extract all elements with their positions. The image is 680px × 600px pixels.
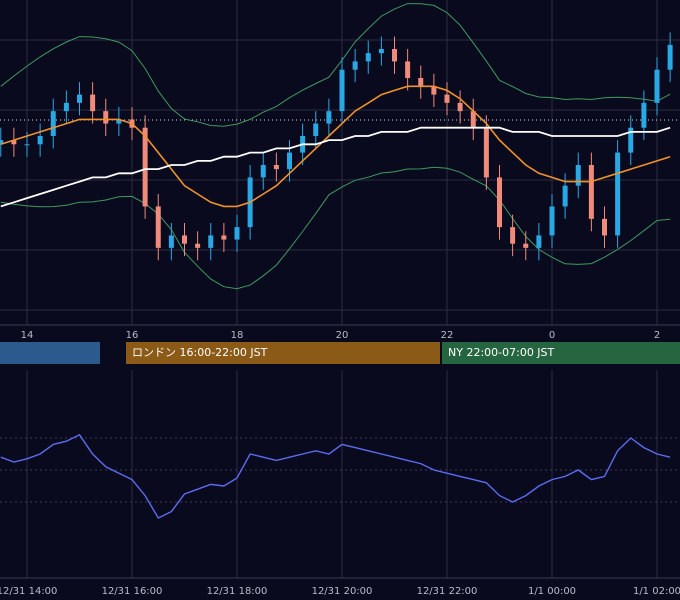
candle-up <box>562 185 568 207</box>
x-tick-label-bottom: 1/1 02:00 <box>633 586 680 597</box>
candle-down <box>588 165 594 219</box>
x-tick-label-bottom: 12/31 16:00 <box>102 586 163 597</box>
x-tick-label-bottom: 12/31 22:00 <box>417 586 478 597</box>
candle-down <box>195 243 201 248</box>
candle-down <box>444 94 450 103</box>
candle-down <box>457 102 463 112</box>
candle-up <box>615 152 621 236</box>
candle-down <box>418 78 424 87</box>
candle-up <box>352 61 358 70</box>
candle-up <box>549 206 555 236</box>
candle-down <box>155 206 161 248</box>
candle-down <box>497 177 502 228</box>
x-tick-label-top: 14 <box>21 330 34 341</box>
candle-down <box>142 127 148 207</box>
candle-down <box>273 165 279 170</box>
candle-up <box>50 111 56 136</box>
candle-down <box>483 127 489 178</box>
candle-up <box>260 165 266 178</box>
candle-down <box>405 61 411 78</box>
candle-down <box>90 94 96 112</box>
candle-down <box>523 243 529 248</box>
candle-down <box>392 49 397 62</box>
candle-up <box>536 235 542 248</box>
candle-up <box>654 69 660 103</box>
candle-up <box>326 111 332 124</box>
candle-up <box>641 102 647 128</box>
candle-up <box>313 123 319 136</box>
x-tick-label-top: 0 <box>549 330 555 341</box>
candle-up <box>667 44 673 70</box>
candle-down <box>510 227 516 244</box>
candle-up <box>365 53 371 62</box>
candle-up <box>63 102 69 112</box>
x-tick-label-bottom: 12/31 20:00 <box>312 586 373 597</box>
candle-up <box>575 165 581 186</box>
x-tick-label-bottom: 12/31 18:00 <box>207 586 268 597</box>
candle-up <box>339 69 345 112</box>
x-tick-label-top: 22 <box>441 330 454 341</box>
candle-up <box>37 136 43 145</box>
candle-down <box>221 235 227 240</box>
x-tick-label-top: 2 <box>654 330 660 341</box>
session-ny-bar: NY 22:00-07:00 JST <box>442 342 680 364</box>
x-tick-label-bottom: 1/1 00:00 <box>528 586 576 597</box>
candle-up <box>168 235 174 248</box>
session-london-bar: ロンドン 16:00-22:00 JST <box>126 342 440 364</box>
candle-down <box>103 111 109 124</box>
candle-up <box>24 144 30 146</box>
candle-up <box>77 94 82 103</box>
chart-canvas: 14 16 18 20 22 0 2 12/31 14:00 12/31 16:00 12/31 … <box>0 0 680 600</box>
candle-down <box>602 218 607 236</box>
candle-down <box>182 235 187 244</box>
candle-up <box>234 227 240 240</box>
candle-up <box>208 235 214 248</box>
x-tick-label-top: 20 <box>336 330 349 341</box>
x-tick-label-top: 16 <box>126 330 139 341</box>
x-tick-label-top: 18 <box>231 330 244 341</box>
session-tokyo-bar <box>0 342 100 364</box>
x-tick-label-bottom: 12/31 14:00 <box>0 586 57 597</box>
candle-up <box>287 152 292 170</box>
candle-up <box>378 49 384 54</box>
